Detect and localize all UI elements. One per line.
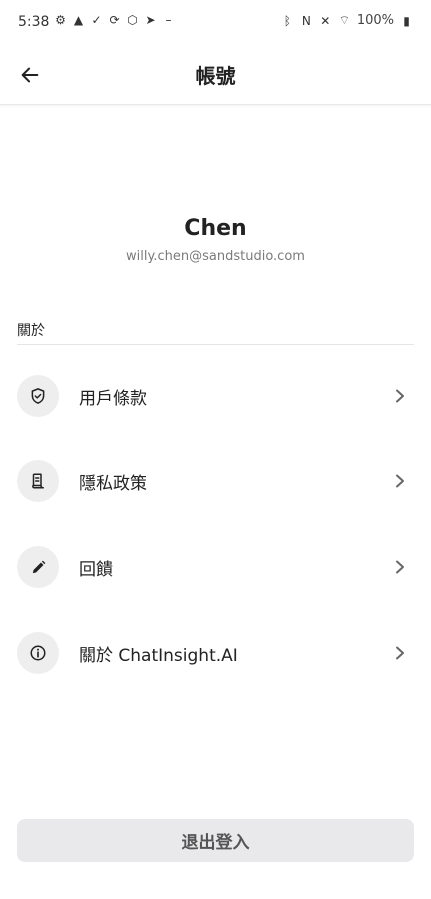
check-icon: ✓ <box>91 12 102 27</box>
logout-button[interactable]: 退出登入 <box>17 819 414 862</box>
document-icon <box>32 473 44 489</box>
pencil-icon <box>32 560 45 573</box>
shield-icon: ⬡ <box>127 12 138 27</box>
status-icons-right: ᛒ N ✕ ⌔ 100% ▮ <box>281 13 413 28</box>
send-icon: ➤ <box>145 12 156 27</box>
item-icon-circle <box>17 375 59 417</box>
nfc-icon: N <box>301 13 311 28</box>
app-header: 帳號 <box>0 46 431 105</box>
item-icon-circle <box>17 632 59 674</box>
menu-item-label: 隱私政策 <box>79 473 147 494</box>
shield-check-icon <box>31 388 45 404</box>
battery-icon: ▮ <box>403 13 410 28</box>
page-title: 帳號 <box>195 64 236 88</box>
status-time: 5:38 <box>18 14 50 30</box>
minus-icon: – <box>165 12 172 27</box>
menu-item-privacy[interactable]: 隱私政策 <box>17 459 414 503</box>
menu-item-label: 回饋 <box>79 559 113 580</box>
chevron-right-icon <box>392 388 408 404</box>
sync-icon: ⟳ <box>109 12 120 27</box>
menu-item-label: 關於 ChatInsight.AI <box>79 645 238 666</box>
item-icon-circle <box>17 460 59 502</box>
bluetooth-icon: ᛒ <box>283 13 291 28</box>
profile-email: willy.chen@sandstudio.com <box>126 249 305 264</box>
chevron-right-icon <box>392 473 408 489</box>
menu-item-feedback[interactable]: 回饋 <box>17 545 414 589</box>
info-icon <box>30 645 46 661</box>
menu-item-label: 用戶條款 <box>79 388 147 409</box>
item-icon-circle <box>17 546 59 588</box>
status-bar: 5:38 ⚙ ▲ ✓ ⟳ ⬡ ➤ – ᛒ N ✕ ⌔ 100% ▮ <box>0 0 431 46</box>
battery-percent: 100% <box>356 13 394 28</box>
chevron-right-icon <box>392 559 408 575</box>
warning-icon: ▲ <box>73 12 84 27</box>
status-icons-left: ⚙ ▲ ✓ ⟳ ⬡ ➤ – <box>54 12 175 27</box>
section-divider <box>17 344 414 345</box>
profile-name: Chen <box>184 216 247 241</box>
menu-item-terms[interactable]: 用戶條款 <box>17 374 414 418</box>
gear-icon: ⚙ <box>55 12 66 27</box>
mute-icon: ✕ <box>320 13 331 28</box>
wifi-icon: ⌔ <box>338 13 350 27</box>
chevron-right-icon <box>392 645 408 661</box>
menu-item-about[interactable]: 關於 ChatInsight.AI <box>17 631 414 675</box>
section-label-about: 關於 <box>17 323 45 339</box>
